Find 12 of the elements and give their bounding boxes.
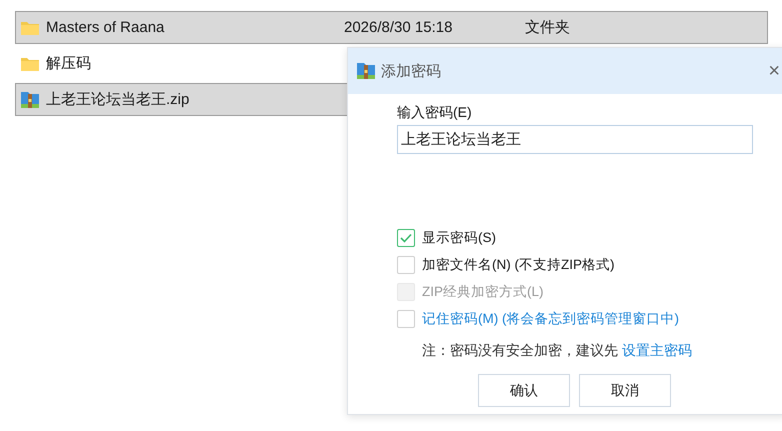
file-name: 上老王论坛当老王.zip: [46, 90, 190, 109]
password-label: 输入密码(E): [397, 104, 473, 122]
file-type: 文件夹: [525, 18, 571, 37]
option-label: 记住密码(M) (将会备忘到密码管理窗口中): [422, 310, 679, 328]
note-text: 注：密码没有安全加密，建议先: [422, 342, 618, 358]
dialog-title: 添加密码: [381, 62, 442, 80]
option-label: 加密文件名(N) (不支持ZIP格式): [422, 256, 614, 274]
file-date: 2026/8/30 15:18: [344, 19, 454, 36]
option-label: 显示密码(S): [422, 228, 496, 246]
file-name: Masters of Raana: [46, 19, 166, 36]
option-label: ZIP经典加密方式(L): [422, 282, 544, 300]
file-name: 解压码: [46, 54, 92, 73]
